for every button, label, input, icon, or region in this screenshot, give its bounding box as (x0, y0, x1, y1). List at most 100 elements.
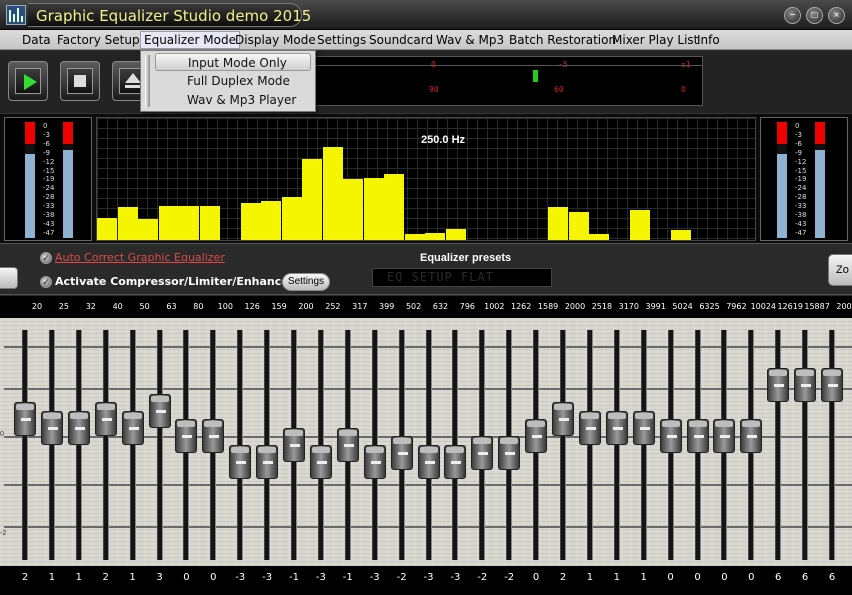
stop-button[interactable] (60, 61, 100, 101)
menu-equalizer-mode[interactable]: Equalizer Mode (140, 31, 240, 49)
vu-scale-label: -12 (795, 157, 807, 166)
left-panel-tab[interactable] (0, 267, 18, 289)
dropdown-full-duplex-mode[interactable]: Full Duplex Mode (155, 72, 311, 90)
menu-wav-mp3[interactable]: Wav & Mp3 (436, 33, 504, 47)
band-gain-value: -3 (262, 572, 273, 583)
spectrum-bar (302, 159, 322, 240)
slider-handle[interactable] (148, 393, 171, 428)
band-gain-value: 1 (640, 572, 647, 583)
slider-handle[interactable] (229, 444, 252, 479)
menu-info[interactable]: Info (697, 33, 720, 47)
slider-track[interactable] (775, 330, 782, 560)
menu-factory-setups[interactable]: Factory Setups (57, 33, 146, 47)
slider-track[interactable] (102, 330, 109, 560)
slider-handle[interactable] (605, 410, 628, 445)
slider-handle[interactable] (417, 444, 440, 479)
maximize-icon[interactable]: □ (806, 7, 823, 24)
slider-track[interactable] (129, 330, 136, 560)
slider-handle[interactable] (525, 419, 548, 453)
preset-display[interactable]: EQ SETUP FLAT (372, 268, 552, 287)
menu-data[interactable]: Data (22, 33, 51, 47)
band-gain-value: 1 (586, 572, 594, 583)
play-button[interactable] (8, 61, 48, 101)
slider-handle[interactable] (686, 419, 709, 453)
slider-track[interactable] (586, 330, 593, 560)
spectrum-bar (261, 200, 281, 240)
slider-handle[interactable] (40, 410, 63, 445)
menu-settings[interactable]: Settings (317, 33, 366, 47)
slider-handle[interactable] (121, 410, 144, 445)
band-gain-value: -2 (504, 572, 515, 583)
slider-handle[interactable] (713, 419, 736, 453)
menu-display-mode[interactable]: Display Mode (235, 33, 316, 47)
slider-handle[interactable] (740, 419, 763, 453)
slider-handle[interactable] (498, 436, 521, 470)
spectrum-bar (158, 205, 179, 240)
slider-track[interactable] (560, 330, 566, 560)
slider-scale-tick: 0 (0, 431, 4, 438)
slider-handle[interactable] (256, 444, 279, 479)
band-gain-value: 0 (721, 572, 728, 583)
slider-track[interactable] (75, 330, 82, 560)
vu-scale-label: 0 (795, 122, 800, 130)
slider-handle[interactable] (471, 436, 494, 470)
vu-scale-label: -47 (795, 228, 807, 237)
slider-track[interactable] (802, 330, 809, 560)
band-gain-value: 6 (828, 572, 836, 583)
level-label: 0 (431, 60, 436, 69)
compressor-settings-button[interactable]: Settings (282, 273, 330, 291)
zoom-button[interactable]: Zo (828, 254, 852, 286)
band-gain-value: -3 (315, 572, 326, 583)
slider-handle[interactable] (659, 419, 682, 453)
slider-handle[interactable] (14, 402, 36, 436)
band-frequency-label: 200 (836, 302, 852, 311)
vu-scale-label: -47 (43, 228, 55, 237)
menu-soundcard[interactable]: Soundcard (369, 33, 433, 47)
spectrum-analyzer: 250.0 Hz (96, 117, 756, 241)
menu-mixer-play-list[interactable]: Mixer Play List (612, 33, 698, 47)
slider-track[interactable] (613, 330, 620, 560)
menu-batch-restoration[interactable]: Batch Restoration (509, 33, 616, 47)
dropdown-wav-mp3-player[interactable]: Wav & Mp3 Player (155, 91, 311, 109)
band-gain-value: -1 (289, 572, 299, 583)
slider-handle[interactable] (283, 427, 305, 462)
slider-handle[interactable] (794, 368, 817, 402)
dropdown-input-mode-only[interactable]: Input Mode Only (155, 53, 311, 71)
slider-handle[interactable] (363, 444, 386, 479)
slider-handle[interactable] (390, 436, 413, 470)
slider-handle[interactable] (309, 444, 332, 479)
slider-handle[interactable] (767, 368, 790, 402)
slider-handle[interactable] (175, 419, 198, 453)
spectrum-bar (445, 229, 466, 240)
vu-scale-label: -3 (795, 130, 802, 139)
band-gain-value: 2 (21, 572, 29, 583)
slider-handle[interactable] (202, 419, 225, 453)
slider-track[interactable] (829, 330, 835, 560)
auto-correct-checkbox[interactable]: ✓ (40, 252, 52, 264)
slider-track[interactable] (640, 330, 647, 560)
title-bar[interactable]: Graphic Equalizer Studio demo 2015 − □ × (0, 0, 852, 30)
equalizer-sliders: 0 -2 (0, 318, 852, 566)
slider-track[interactable] (48, 330, 55, 560)
slider-handle[interactable] (94, 402, 117, 436)
compressor-label[interactable]: Activate Compressor/Limiter/Enhancer (55, 275, 294, 288)
slider-track[interactable] (156, 330, 163, 560)
auto-correct-label[interactable]: Auto Correct Graphic Equalizer (55, 251, 225, 264)
slider-handle[interactable] (67, 410, 90, 445)
slider-handle[interactable] (336, 427, 359, 462)
slider-handle[interactable] (632, 410, 655, 445)
band-gain-value: 6 (801, 572, 809, 583)
slider-handle[interactable] (444, 444, 467, 479)
band-gain-value: -2 (396, 572, 407, 583)
slider-handle[interactable] (578, 410, 601, 445)
close-icon[interactable]: × (828, 7, 845, 24)
slider-track[interactable] (22, 330, 28, 560)
equalizer-controls: ✓ Auto Correct Graphic Equalizer ✓ Activ… (0, 243, 852, 295)
vu-level-bar (25, 122, 35, 238)
compressor-checkbox[interactable]: ✓ (40, 276, 52, 288)
slider-handle[interactable] (552, 402, 574, 436)
equalizer-mode-dropdown: Input Mode Only Full Duplex Mode Wav & M… (140, 50, 316, 112)
title-tab: Graphic Equalizer Studio demo 2015 (28, 3, 311, 27)
slider-handle[interactable] (821, 368, 843, 402)
minimize-icon[interactable]: − (784, 7, 801, 24)
